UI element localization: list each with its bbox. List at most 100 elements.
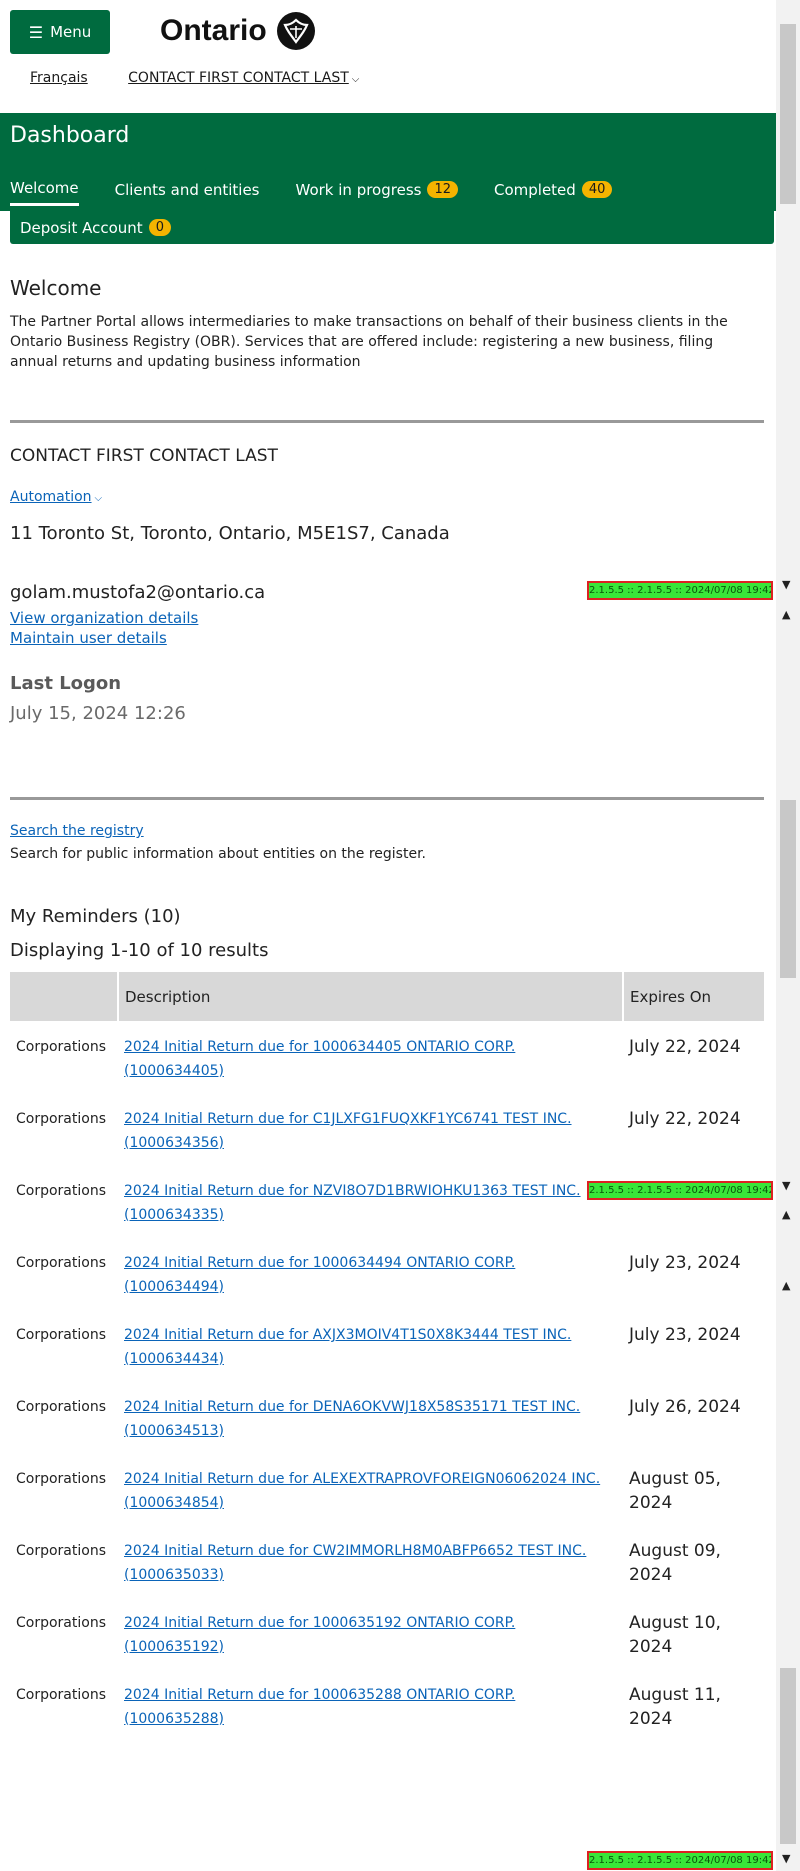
scroll-up-arrow-icon[interactable]: ▲ bbox=[782, 608, 790, 621]
view-organization-link[interactable]: View organization details bbox=[10, 609, 198, 627]
menu-button[interactable]: ☰ Menu bbox=[10, 10, 110, 54]
reminder-category: Corporations bbox=[16, 1615, 106, 1631]
reminder-link[interactable]: 2024 Initial Return due for NZVI8O7D1BRW… bbox=[124, 1183, 581, 1223]
table-header-row: Description Expires On bbox=[10, 972, 764, 1021]
column-header-category bbox=[10, 972, 119, 1021]
reminder-expiry: July 22, 2024 bbox=[623, 1165, 764, 1237]
column-header-description: Description bbox=[118, 972, 624, 1021]
ontario-logo[interactable]: Ontario bbox=[160, 12, 315, 50]
tab-label: Deposit Account bbox=[20, 218, 143, 237]
user-menu-label: CONTACT FIRST CONTACT LAST bbox=[128, 70, 349, 86]
reminder-category: Corporations bbox=[16, 1111, 106, 1127]
reminder-expiry: July 22, 2024 bbox=[629, 1037, 741, 1057]
reminder-link[interactable]: 2024 Initial Return due for CW2IMMORLH8M… bbox=[124, 1543, 586, 1583]
chevron-down-icon: ⌵ bbox=[351, 74, 360, 85]
welcome-heading: Welcome bbox=[10, 276, 102, 300]
count-badge: 12 bbox=[427, 181, 458, 198]
tab-label: Clients and entities bbox=[114, 180, 260, 199]
maintain-user-link[interactable]: Maintain user details bbox=[10, 629, 167, 647]
logo-text: Ontario bbox=[160, 14, 267, 47]
reminder-expiry: August 10, 2024 bbox=[629, 1613, 721, 1657]
organization-label: Automation bbox=[10, 489, 92, 505]
contact-email: golam.mustofa2@ontario.ca bbox=[10, 582, 266, 603]
last-logon-value: July 15, 2024 12:26 bbox=[10, 703, 186, 724]
reminder-link[interactable]: 2024 Initial Return due for 1000635288 O… bbox=[124, 1687, 515, 1727]
count-badge: 0 bbox=[148, 219, 171, 236]
tab-completed[interactable]: Completed 40 bbox=[494, 179, 613, 206]
search-description: Search for public information about enti… bbox=[10, 846, 426, 862]
table-row: Corporations 2024 Initial Return due for … bbox=[10, 1525, 764, 1597]
version-tag: 2.1.5.5 :: 2.1.5.5 :: 2024/07/08 19:42 bbox=[587, 581, 773, 600]
table-row: Corporations 2024 Initial Return due for … bbox=[10, 1669, 764, 1741]
search-registry-link[interactable]: Search the registry bbox=[10, 823, 144, 839]
reminder-expiry: July 22, 2024 bbox=[629, 1109, 741, 1129]
reminder-link[interactable]: 2024 Initial Return due for 1000634405 O… bbox=[124, 1039, 515, 1079]
table-row: Corporations 2024 Initial Return due for … bbox=[10, 1093, 764, 1165]
language-link[interactable]: Français bbox=[30, 70, 88, 86]
reminders-table: Description Expires On Corporations 2024 … bbox=[10, 972, 764, 1741]
scroll-down-arrow-icon[interactable]: ▼ bbox=[782, 578, 790, 591]
organization-menu-link[interactable]: Automation ⌵ bbox=[10, 489, 102, 505]
tab-work-in-progress[interactable]: Work in progress 12 bbox=[296, 179, 458, 206]
user-menu-link[interactable]: CONTACT FIRST CONTACT LAST ⌵ bbox=[128, 70, 359, 86]
reminder-link[interactable]: 2024 Initial Return due for 1000634494 O… bbox=[124, 1255, 515, 1295]
scroll-up-arrow-icon[interactable]: ▲ bbox=[782, 1279, 790, 1292]
page-title: Dashboard bbox=[10, 123, 130, 148]
table-row: Corporations 2024 Initial Return due for … bbox=[10, 1381, 764, 1453]
reminder-category: Corporations bbox=[16, 1471, 106, 1487]
table-row: Corporations 2024 Initial Return due for … bbox=[10, 1021, 764, 1093]
reminder-description-cell: 2024 Initial Return due for AXJX3MOIV4T1… bbox=[118, 1309, 623, 1381]
column-header-expires: Expires On bbox=[623, 972, 764, 1021]
tab-welcome[interactable]: Welcome bbox=[10, 179, 79, 206]
hamburger-icon: ☰ bbox=[28, 22, 44, 42]
reminder-link[interactable]: 2024 Initial Return due for ALEXEXTRAPRO… bbox=[124, 1471, 600, 1511]
last-logon-label: Last Logon bbox=[10, 673, 122, 694]
reminder-link[interactable]: 2024 Initial Return due for AXJX3MOIV4T1… bbox=[124, 1327, 571, 1367]
scroll-down-arrow-icon[interactable]: ▼ bbox=[782, 1852, 790, 1865]
reminder-link[interactable]: 2024 Initial Return due for 1000635192 O… bbox=[124, 1615, 515, 1655]
tab-clients-and-entities[interactable]: Clients and entities bbox=[115, 179, 260, 206]
version-tag: 2.1.5.5 :: 2.1.5.5 :: 2024/07/08 19:42 bbox=[587, 1851, 773, 1870]
table-row: Corporations 2024 Initial Return due for … bbox=[10, 1453, 764, 1525]
reminder-category: Corporations bbox=[16, 1687, 106, 1703]
reminders-title: My Reminders (10) bbox=[10, 906, 181, 927]
divider bbox=[10, 420, 764, 423]
scrollbar-thumb[interactable] bbox=[780, 1668, 796, 1844]
reminder-description-cell: 2024 Initial Return due for 1000635192 O… bbox=[118, 1597, 623, 1669]
scrollbar-thumb[interactable] bbox=[780, 24, 796, 204]
table-row: Corporations 2024 Initial Return due for … bbox=[10, 1597, 764, 1669]
reminder-description-cell: 2024 Initial Return due for C1JLXFG1FUQX… bbox=[118, 1093, 623, 1165]
contact-address: 11 Toronto St, Toronto, Ontario, M5E1S7,… bbox=[10, 523, 450, 544]
reminder-expiry: July 26, 2024 bbox=[629, 1397, 741, 1417]
reminder-description-cell: 2024 Initial Return due for 1000634405 O… bbox=[118, 1021, 623, 1093]
reminder-expiry: August 11, 2024 bbox=[629, 1685, 721, 1729]
reminder-expiry: August 05, 2024 bbox=[629, 1469, 721, 1513]
reminder-description-cell: 2024 Initial Return due for ALEXEXTRAPRO… bbox=[118, 1453, 623, 1525]
reminder-link[interactable]: 2024 Initial Return due for DENA6OKVWJ18… bbox=[124, 1399, 580, 1439]
tab-deposit-account[interactable]: Deposit Account 0 bbox=[10, 211, 774, 244]
menu-label: Menu bbox=[50, 23, 92, 41]
reminder-category: Corporations bbox=[16, 1543, 106, 1559]
reminder-link[interactable]: 2024 Initial Return due for C1JLXFG1FUQX… bbox=[124, 1111, 572, 1151]
table-row: Corporations 2024 Initial Return due for … bbox=[10, 1237, 764, 1309]
divider bbox=[10, 797, 764, 800]
dashboard-tabs: Welcome Clients and entities Work in pro… bbox=[10, 179, 648, 206]
scroll-down-arrow-icon[interactable]: ▼ bbox=[782, 1179, 790, 1192]
chevron-down-icon: ⌵ bbox=[94, 493, 103, 504]
welcome-intro: The Partner Portal allows intermediaries… bbox=[10, 314, 728, 370]
scrollbar-thumb[interactable] bbox=[780, 800, 796, 978]
trillium-icon bbox=[276, 12, 315, 50]
scroll-up-arrow-icon[interactable]: ▲ bbox=[782, 1208, 790, 1221]
reminder-category: Corporations bbox=[16, 1039, 106, 1055]
reminder-expiry: July 23, 2024 bbox=[629, 1253, 741, 1273]
reminders-body: Corporations 2024 Initial Return due for … bbox=[10, 1021, 764, 1741]
reminder-description-cell: 2024 Initial Return due for CW2IMMORLH8M… bbox=[118, 1525, 623, 1597]
scrollbar[interactable]: ▼ ▲ ▼ ▲ ▲ ▼ bbox=[776, 0, 800, 1871]
reminder-description-cell: 2024 Initial Return due for 1000635288 O… bbox=[118, 1669, 623, 1741]
reminder-expiry: July 23, 2024 bbox=[629, 1325, 741, 1345]
table-row: Corporations 2024 Initial Return due for … bbox=[10, 1165, 764, 1237]
top-links: Français CONTACT FIRST CONTACT LAST ⌵ bbox=[30, 70, 395, 86]
reminder-category: Corporations bbox=[16, 1183, 106, 1199]
results-count: Displaying 1-10 of 10 results bbox=[10, 940, 269, 961]
reminder-category: Corporations bbox=[16, 1327, 106, 1343]
